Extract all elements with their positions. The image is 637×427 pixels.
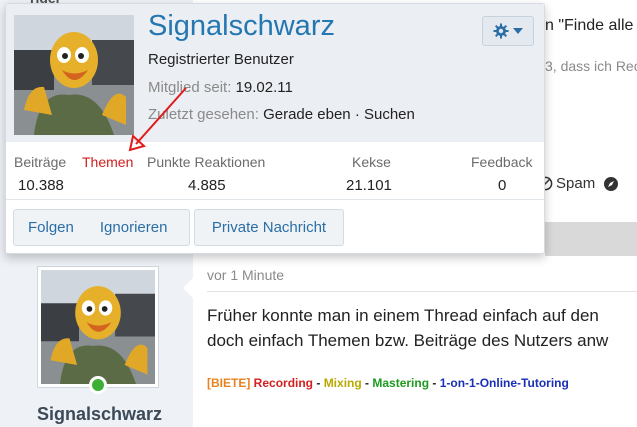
gear-icon [493,23,509,39]
private-message-button[interactable]: Private Nachricht [194,209,344,246]
signature-segment[interactable]: 1-on-1-Online-Tutoring [440,376,569,390]
signature-segment[interactable]: Mastering [372,376,429,390]
online-dot-icon [92,379,104,391]
post-actions: Spam [538,175,619,192]
post-text-line-2: doch einfach Themen bzw. Beiträge des Nu… [207,331,609,350]
post-time[interactable]: vor 1 Minute [207,267,284,283]
chevron-down-icon [513,28,523,34]
thread-title-fragment: n "Finde alle [545,17,634,34]
signature-segment[interactable]: [BIETE] [207,376,250,390]
ignore-button[interactable]: Ignorieren [88,219,182,236]
stat-value-cookies[interactable]: 21.101 [346,177,392,194]
stat-label-feedback: Feedback [471,154,533,170]
stat-value-posts[interactable]: 10.388 [18,177,64,194]
member-avatar[interactable] [14,15,134,135]
author-username[interactable]: Signalschwarz [37,404,162,425]
follow-ignore-group: Folgen Ignorieren [13,209,190,246]
member-settings-button[interactable] [482,16,534,46]
avatar-image [41,270,155,384]
member-since-value: 19.02.11 [235,79,293,96]
member-username[interactable]: Signalschwarz [148,10,335,43]
post-divider [207,291,637,292]
annotation-arrow-icon [128,87,187,152]
stat-value-reactions[interactable]: 4.885 [188,177,226,194]
post-pointer [183,278,193,298]
compass-icon[interactable] [603,176,619,192]
signature-segment[interactable]: Mixing [324,376,362,390]
post-text-line-1: Früher konnte man in einem Thread einfac… [207,306,599,325]
thread-subtitle-fragment: 3, dass ich Rec [545,58,637,74]
spam-label: Spam [556,175,596,192]
signature-segment: - [361,376,373,390]
post-signature: [BIETE] Recording - Mixing - Mastering -… [207,376,569,390]
follow-button[interactable]: Folgen [14,219,88,236]
stat-value-feedback[interactable]: 0 [498,177,506,194]
spam-action[interactable]: Spam [538,175,595,192]
post-header-bar [545,222,637,256]
avatar-image [14,15,134,135]
stat-label-posts: Beiträge [14,154,67,170]
signature-segment: - [429,376,440,390]
stat-label-cookies: Kekse [352,154,391,170]
last-seen-value[interactable]: Gerade eben · Suchen [263,106,415,123]
signature-segment[interactable]: Recording [250,376,313,390]
signature-segment: - [313,376,324,390]
member-user-title: Registrierter Benutzer [148,51,294,68]
author-avatar[interactable] [37,266,159,388]
member-tooltip-divider [6,199,544,200]
